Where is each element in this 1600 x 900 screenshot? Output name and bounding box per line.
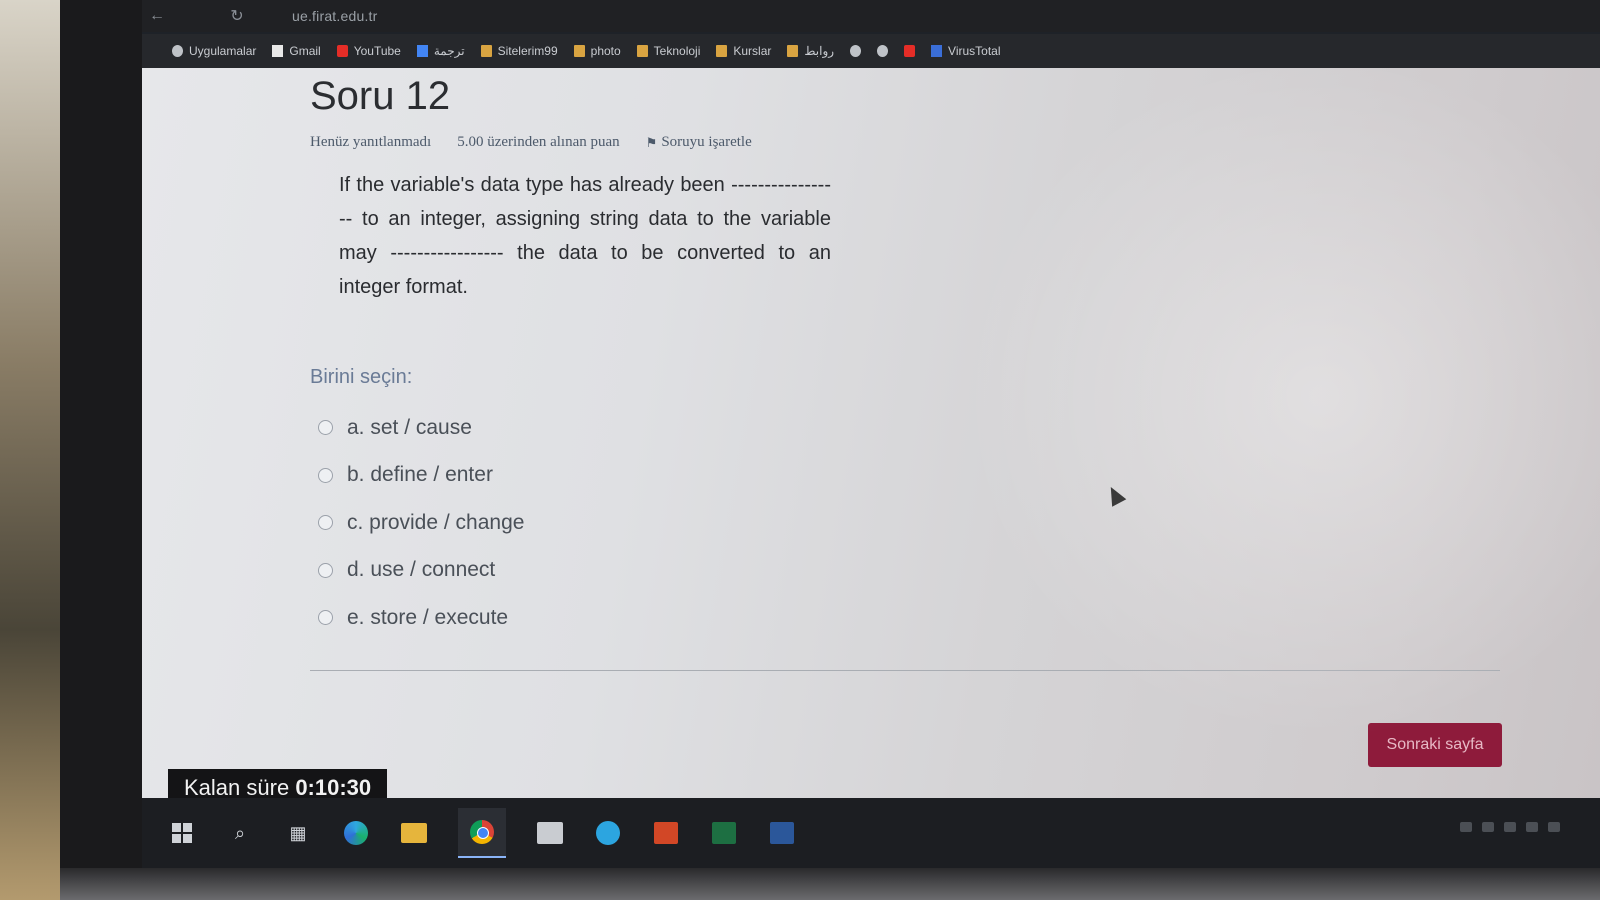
telegram-icon[interactable] [594, 819, 622, 847]
folder-icon [636, 45, 648, 57]
folder-icon [716, 45, 728, 57]
mail-icon [904, 45, 916, 57]
taskbar: ⌕ ▦ [142, 798, 1600, 868]
answer-option-b[interactable]: b. define / enter [318, 452, 524, 500]
system-tray [1460, 822, 1560, 832]
answer-label: d. use / connect [347, 558, 496, 582]
translate-icon [416, 45, 428, 57]
bookmark-label: Teknoloji [653, 44, 701, 58]
quiz-page: Soru 12 Henüz yanıtlanmadı 5.00 üzerinde… [142, 68, 1600, 807]
answer-option-d[interactable]: d. use / connect [318, 547, 524, 595]
bookmark-label: ترجمة [433, 44, 465, 58]
bookmark-label: Sitelerim99 [497, 44, 558, 58]
answer-option-a[interactable]: a. set / cause [318, 404, 524, 452]
flag-question-link[interactable]: ⚑ Soruyu işaretle [646, 134, 752, 151]
mouse-cursor-icon [1103, 483, 1127, 507]
gmail-icon [272, 45, 284, 57]
bookmark-label: Uygulamalar [189, 44, 257, 58]
bookmark-photo[interactable]: photo [573, 44, 621, 58]
network-icon[interactable] [1482, 822, 1494, 832]
screen: ← ↻ ue.firat.edu.tr Uygulamalar Gmail Yo… [142, 0, 1600, 868]
globe-icon [850, 45, 862, 57]
monitor-bezel-bottom [60, 868, 1600, 900]
timer-label: Kalan süre [184, 775, 290, 800]
answer-label: c. provide / change [347, 510, 525, 534]
question-meta: Henüz yanıtlanmadı 5.00 üzerinden alınan… [310, 134, 752, 151]
youtube-icon [336, 45, 348, 57]
browser-nav-bar: ← ↻ ue.firat.edu.tr [142, 0, 1600, 32]
battery-icon[interactable] [1526, 822, 1538, 832]
task-view-icon[interactable]: ▦ [284, 819, 312, 847]
question-points: 5.00 üzerinden alınan puan [457, 134, 620, 150]
divider [310, 670, 1500, 671]
folder-icon [573, 45, 585, 57]
answer-label: a. set / cause [347, 415, 472, 439]
question-title: Soru 12 [310, 74, 451, 118]
bookmark-mail[interactable] [904, 45, 916, 57]
windows-start-icon[interactable] [168, 819, 196, 847]
word-icon[interactable] [768, 819, 796, 847]
file-explorer-icon[interactable] [400, 819, 428, 847]
tray-chevron-icon[interactable] [1460, 822, 1472, 832]
choose-one-label: Birini seçin: [310, 366, 413, 388]
answer-status: Henüz yanıtlanmadı [310, 134, 432, 150]
bookmark-label: روابط [804, 44, 835, 58]
bookmark-virustotal[interactable]: VirusTotal [931, 44, 1001, 58]
reload-icon[interactable]: ↻ [222, 6, 252, 26]
timer-value: 0:10:30 [295, 775, 372, 800]
answer-option-c[interactable]: c. provide / change [318, 499, 524, 547]
language-icon[interactable] [1548, 822, 1560, 832]
bookmark-gmail[interactable]: Gmail [272, 44, 321, 58]
answer-options: a. set / cause b. define / enter c. prov… [318, 404, 524, 642]
bookmark-translate[interactable]: ترجمة [416, 44, 465, 58]
radio-button[interactable] [318, 562, 333, 578]
bookmark-globe-2[interactable] [877, 45, 889, 57]
radio-button[interactable] [318, 467, 333, 483]
screen-glare [900, 68, 1600, 798]
bookmark-label: Gmail [289, 44, 321, 58]
answer-label: b. define / enter [347, 463, 493, 487]
bookmark-kurslar[interactable]: Kurslar [716, 44, 771, 58]
radio-button[interactable] [318, 420, 333, 436]
bookmarks-bar: Uygulamalar Gmail YouTube ترجمة Siteleri… [142, 34, 1600, 68]
store-icon[interactable] [536, 819, 564, 847]
edge-icon[interactable] [342, 819, 370, 847]
bookmark-label: Kurslar [733, 44, 772, 58]
bookmark-apps[interactable]: Uygulamalar [172, 44, 256, 58]
radio-button[interactable] [318, 515, 333, 531]
excel-icon[interactable] [710, 819, 738, 847]
bookmark-globe-1[interactable] [850, 45, 862, 57]
answer-option-e[interactable]: e. store / execute [318, 594, 524, 642]
bookmark-label: photo [590, 44, 621, 58]
folder-icon [480, 45, 492, 57]
powerpoint-icon[interactable] [652, 819, 680, 847]
chrome-icon[interactable] [458, 808, 506, 858]
bookmark-label: YouTube [353, 44, 401, 58]
address-bar[interactable]: ue.firat.edu.tr [292, 8, 378, 24]
volume-icon[interactable] [1504, 822, 1516, 832]
folder-icon [787, 45, 799, 57]
flag-icon: ⚑ [645, 134, 658, 150]
globe-icon [877, 45, 889, 57]
answer-label: e. store / execute [347, 605, 509, 629]
back-arrow-icon[interactable]: ← [142, 7, 172, 25]
apps-icon [172, 45, 183, 57]
search-icon[interactable]: ⌕ [226, 819, 254, 847]
question-text: If the variable's data type has already … [339, 174, 831, 298]
bookmark-teknoloji[interactable]: Teknoloji [636, 44, 701, 58]
flag-label: Soruyu işaretle [661, 134, 752, 150]
next-page-button[interactable]: Sonraki sayfa [1368, 723, 1502, 767]
bookmark-links[interactable]: روابط [787, 44, 834, 58]
virustotal-icon [931, 45, 943, 57]
radio-button[interactable] [318, 610, 333, 626]
bookmark-youtube[interactable]: YouTube [336, 44, 401, 58]
bookmark-sitelerim99[interactable]: Sitelerim99 [480, 44, 558, 58]
bookmark-label: VirusTotal [948, 44, 1001, 58]
